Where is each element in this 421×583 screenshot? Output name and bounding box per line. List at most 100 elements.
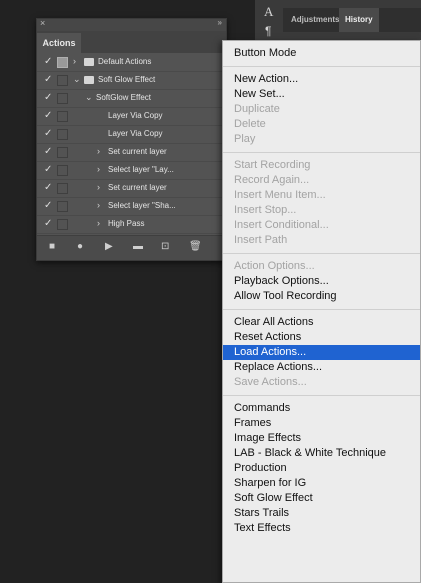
chevron-down-icon[interactable]: ⌄ — [85, 92, 93, 103]
menu-item-record-again: Record Again... — [234, 174, 310, 186]
dialog-toggle-icon[interactable] — [57, 219, 68, 230]
action-label: Select layer "Sha... — [108, 201, 176, 210]
close-icon[interactable]: × — [40, 18, 45, 28]
dialog-toggle-icon[interactable] — [57, 129, 68, 140]
menu-item-frames[interactable]: Frames — [223, 416, 420, 431]
trash-icon[interactable]: 🗑 — [189, 241, 202, 253]
action-row[interactable]: ✓ Layer Via Copy — [37, 108, 226, 126]
menu-separator — [223, 253, 420, 254]
action-label: Set current layer — [108, 183, 167, 192]
paragraph-tool-icon[interactable]: ¶ — [265, 24, 271, 38]
menu-item-new-set[interactable]: New Set... — [223, 87, 420, 102]
menu-item-start-recording: Start Recording — [234, 159, 311, 171]
new-set-icon[interactable]: ▬ — [133, 241, 143, 253]
menu-item-save-actions: Save Actions... — [234, 376, 307, 388]
check-icon[interactable]: ✓ — [44, 92, 52, 103]
dialog-toggle-icon[interactable] — [57, 57, 68, 68]
menu-item-commands[interactable]: Commands — [223, 401, 420, 416]
menu-item-insert-stop: Insert Stop... — [234, 204, 297, 216]
dialog-toggle-icon[interactable] — [57, 165, 68, 176]
action-label: High Pass — [108, 219, 145, 228]
actions-footer: ■ ● ▶ ▬ ⊡ 🗑 — [37, 235, 226, 260]
menu-item-duplicate: Duplicate — [234, 103, 280, 115]
collapse-icon[interactable]: » — [218, 18, 222, 27]
chevron-down-icon[interactable]: ⌄ — [73, 74, 81, 85]
check-icon[interactable]: ✓ — [44, 164, 52, 175]
stop-icon[interactable]: ■ — [49, 241, 55, 253]
panel-titlebar[interactable]: × » — [37, 18, 226, 31]
folder-icon — [84, 58, 94, 66]
menu-item-button-mode[interactable]: Button Mode — [223, 46, 420, 61]
menu-item-delete: Delete — [234, 118, 266, 130]
panel-tabbar: Actions — [37, 31, 226, 53]
menu-item-reset-actions[interactable]: Reset Actions — [223, 330, 420, 345]
tab-actions[interactable]: Actions — [37, 33, 81, 53]
play-icon[interactable]: ▶ — [105, 241, 113, 253]
tab-history[interactable]: History — [339, 8, 379, 32]
tab-adjustments[interactable]: Adjustments — [291, 8, 339, 32]
menu-item-new-action[interactable]: New Action... — [223, 72, 420, 87]
chevron-right-icon[interactable]: › — [73, 56, 76, 66]
character-tool-icon[interactable]: A — [264, 4, 273, 20]
folder-icon — [84, 76, 94, 84]
chevron-right-icon[interactable]: › — [97, 182, 100, 192]
menu-item-image-effects[interactable]: Image Effects — [223, 431, 420, 446]
dialog-toggle-icon[interactable] — [57, 147, 68, 158]
action-row[interactable]: ✓ › High Pass — [37, 216, 226, 234]
menu-separator — [223, 309, 420, 310]
check-icon[interactable]: ✓ — [44, 74, 52, 85]
action-label: Select layer "Lay... — [108, 165, 174, 174]
dialog-toggle-icon[interactable] — [57, 75, 68, 86]
action-label: Layer Via Copy — [108, 111, 163, 120]
chevron-right-icon[interactable]: › — [97, 146, 100, 156]
check-icon[interactable]: ✓ — [44, 110, 52, 121]
chevron-right-icon[interactable]: › — [97, 200, 100, 210]
action-row[interactable]: ✓ › Select layer "Sha... — [37, 198, 226, 216]
actions-list: ✓ › Default Actions ✓ ⌄ Soft Glow Effect ✓ ⌄ Sof… — [37, 54, 226, 234]
menu-item-load-actions[interactable]: Load Actions... — [223, 345, 420, 360]
right-panel-tabbar: Adjustments History — [283, 8, 421, 32]
action-label: Set current layer — [108, 147, 167, 156]
menu-item-soft-glow-effect[interactable]: Soft Glow Effect — [223, 491, 420, 506]
action-label: Default Actions — [98, 57, 152, 66]
dialog-toggle-icon[interactable] — [57, 93, 68, 104]
menu-item-allow-tool-recording[interactable]: Allow Tool Recording — [223, 289, 420, 304]
dialog-toggle-icon[interactable] — [57, 183, 68, 194]
menu-item-insert-conditional: Insert Conditional... — [234, 219, 329, 231]
menu-item-insert-menu-item: Insert Menu Item... — [234, 189, 326, 201]
actions-panel: × » Actions ✓ › Default Actions ✓ ⌄ Soft Glow… — [36, 18, 227, 261]
menu-separator — [223, 395, 420, 396]
action-row[interactable]: ✓ ⌄ Soft Glow Effect — [37, 72, 226, 90]
action-row[interactable]: ✓ Layer Via Copy — [37, 126, 226, 144]
menu-separator — [223, 152, 420, 153]
check-icon[interactable]: ✓ — [44, 182, 52, 193]
menu-item-stars-trails[interactable]: Stars Trails — [223, 506, 420, 521]
new-action-icon[interactable]: ⊡ — [161, 241, 169, 253]
menu-item-text-effects[interactable]: Text Effects — [223, 521, 420, 536]
menu-item-replace-actions[interactable]: Replace Actions... — [223, 360, 420, 375]
menu-item-production[interactable]: Production — [223, 461, 420, 476]
menu-item-clear-all-actions[interactable]: Clear All Actions — [223, 315, 420, 330]
check-icon[interactable]: ✓ — [44, 146, 52, 157]
action-row[interactable]: ✓ › Set current layer — [37, 180, 226, 198]
action-row[interactable]: ✓ › Set current layer — [37, 144, 226, 162]
actions-panel-menu: Button Mode New Action... New Set... Duplic… — [222, 40, 421, 583]
menu-item-lab-black-white-technique[interactable]: LAB - Black & White Technique — [223, 446, 420, 461]
action-row[interactable]: ✓ › Select layer "Lay... — [37, 162, 226, 180]
check-icon[interactable]: ✓ — [44, 128, 52, 139]
dialog-toggle-icon[interactable] — [57, 111, 68, 122]
action-label: SoftGlow Effect — [96, 93, 151, 102]
check-icon[interactable]: ✓ — [44, 56, 52, 67]
action-row[interactable]: ✓ › Default Actions — [37, 54, 226, 72]
check-icon[interactable]: ✓ — [44, 200, 52, 211]
menu-item-playback-options[interactable]: Playback Options... — [223, 274, 420, 289]
check-icon[interactable]: ✓ — [44, 218, 52, 229]
chevron-right-icon[interactable]: › — [97, 218, 100, 228]
action-row[interactable]: ✓ ⌄ SoftGlow Effect — [37, 90, 226, 108]
action-label: Layer Via Copy — [108, 129, 163, 138]
record-icon[interactable]: ● — [77, 241, 83, 253]
menu-item-sharpen-for-ig[interactable]: Sharpen for IG — [223, 476, 420, 491]
chevron-right-icon[interactable]: › — [97, 164, 100, 174]
dialog-toggle-icon[interactable] — [57, 201, 68, 212]
menu-item-action-options: Action Options... — [234, 260, 315, 272]
